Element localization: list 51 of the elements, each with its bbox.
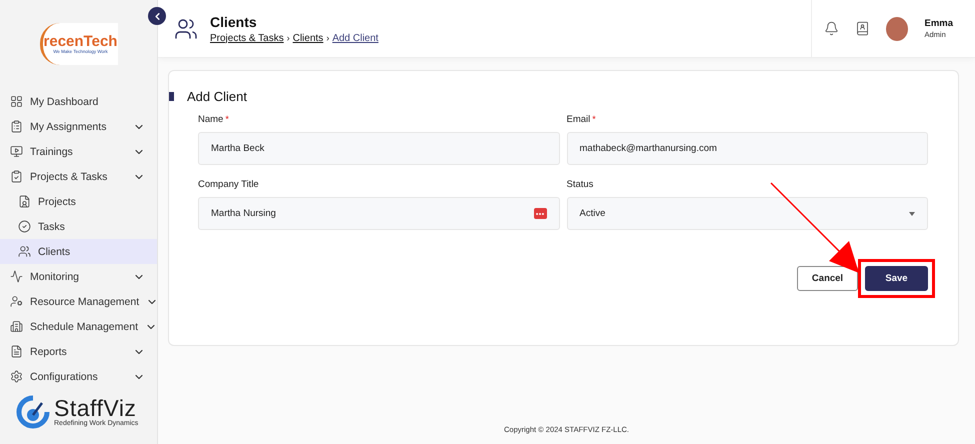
user-avatar[interactable]	[886, 16, 908, 40]
breadcrumb-separator: ›	[286, 33, 290, 43]
field-label: Status	[566, 179, 594, 190]
menu-icon	[10, 370, 23, 383]
sidebar-item[interactable]: My Assignments	[0, 114, 157, 139]
page-title: Clients	[210, 14, 258, 30]
sidebar-item[interactable]: Tasks	[0, 214, 157, 239]
form-title: Add Client	[169, 89, 928, 104]
input-field[interactable]: Martha Nursing	[198, 197, 560, 230]
sidebar-item[interactable]: Reports	[0, 339, 157, 364]
input-field[interactable]: mathabeck@marthanursing.com	[566, 132, 928, 165]
menu-icon	[10, 120, 23, 133]
menu-icon	[18, 245, 31, 258]
cancel-button[interactable]: Cancel	[797, 266, 858, 291]
field-label: Name *	[198, 114, 230, 125]
menu-icon	[10, 295, 23, 308]
sidebar-item[interactable]: Clients	[0, 239, 157, 264]
status-dropdown[interactable]: Active	[566, 197, 928, 230]
sidebar-item[interactable]: Configurations	[0, 364, 157, 389]
field-label: Email *	[566, 114, 597, 125]
sidebar-item[interactable]: Projects	[0, 189, 157, 214]
menu-icon	[10, 270, 23, 283]
collapse-button[interactable]	[148, 7, 166, 25]
breadcrumb-link[interactable]: Projects & Tasks	[210, 32, 284, 44]
caret-icon	[909, 212, 915, 216]
save-button[interactable]: Save	[865, 266, 928, 291]
sidebar-item[interactable]: Projects & Tasks	[0, 164, 157, 189]
menu-icon	[10, 345, 23, 358]
sidebar-item[interactable]: Resource Management	[0, 289, 157, 314]
sidebar-item[interactable]: Trainings	[0, 139, 157, 164]
input-field[interactable]: Martha Beck	[198, 132, 560, 165]
brand-name: StaffViz	[54, 397, 136, 420]
menu-icon	[18, 220, 31, 233]
users-icon	[174, 16, 198, 40]
sidebar-item[interactable]: My Dashboard	[0, 89, 157, 114]
menu-icon	[10, 145, 23, 158]
menu-icon	[10, 170, 23, 183]
menu-icon	[10, 320, 23, 333]
autofill-icon[interactable]	[534, 208, 546, 219]
user-name: Emma	[924, 18, 953, 29]
menu-icon	[18, 195, 31, 208]
menu-icon	[10, 95, 23, 108]
notification-icon[interactable]	[824, 21, 840, 36]
breadcrumb-link[interactable]: Clients	[292, 32, 324, 44]
breadcrumb-separator: ›	[326, 33, 330, 43]
contact-book-icon[interactable]	[855, 21, 870, 36]
brand-logo-icon	[16, 395, 50, 429]
sidebar-item[interactable]: Monitoring	[0, 264, 157, 289]
sidebar-item[interactable]: Schedule Management	[0, 314, 157, 339]
breadcrumb-link[interactable]: Add Client	[332, 32, 378, 44]
field-label: Company Title	[198, 179, 260, 190]
